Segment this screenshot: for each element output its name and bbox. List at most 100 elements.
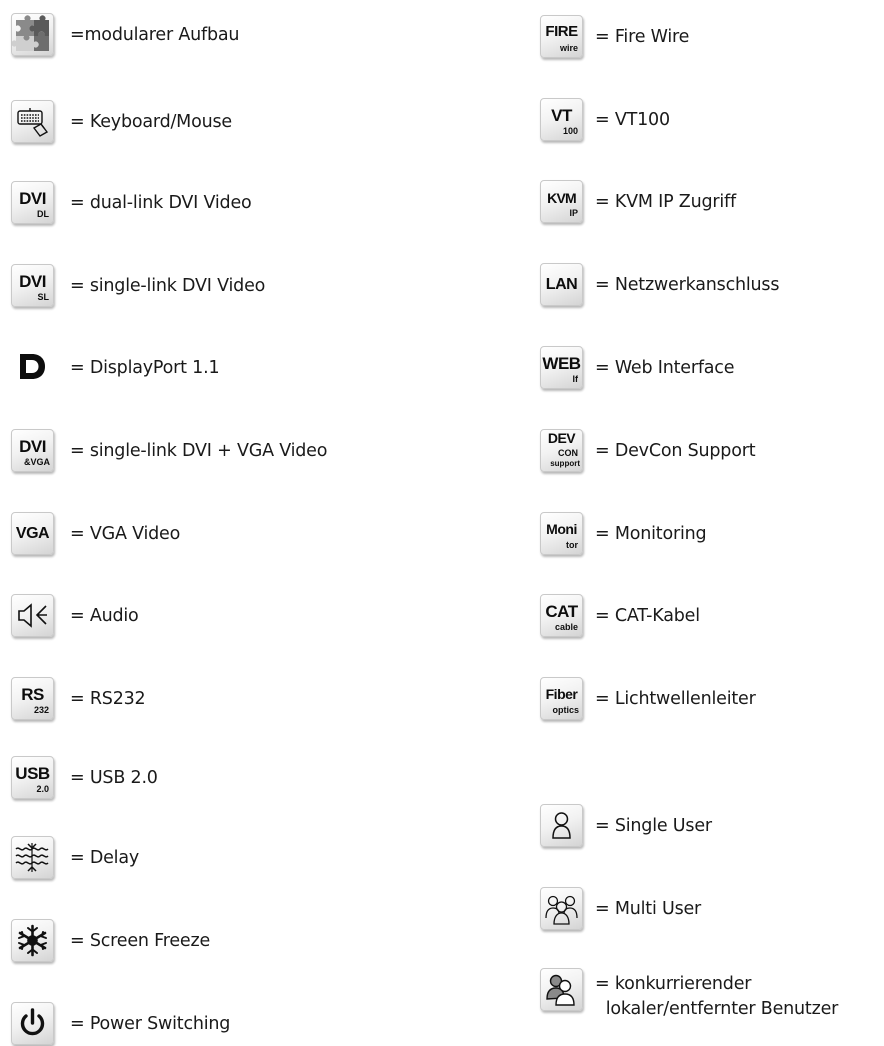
icon-sub-text: tor [566, 540, 578, 550]
legend-item-rs232: RS 232 = RS232 [11, 677, 146, 720]
puzzle-icon [11, 13, 54, 56]
legend-label: = Multi User [595, 898, 702, 919]
devcon-icon: DEV CON support [540, 429, 583, 472]
legend-item-cat-cable: CAT cable = CAT-Kabel [540, 594, 700, 637]
icon-sub-text: 100 [562, 126, 578, 136]
icon-main-text: VGA [15, 525, 50, 542]
web-if-icon: WEB If [540, 346, 583, 389]
icon-sub-text: &VGA [23, 457, 50, 467]
legend-label: = DevCon Support [595, 440, 756, 461]
legend-label: = dual-link DVI Video [70, 192, 252, 213]
legend-label: = RS232 [70, 688, 146, 709]
legend-label: = Keyboard/Mouse [70, 111, 232, 132]
icon-main-text: WEB [542, 354, 581, 373]
audio-icon [11, 594, 54, 637]
legend-item-dvi-vga: DVI &VGA = single-link DVI + VGA Video [11, 429, 327, 472]
legend-item-freeze: = Screen Freeze [11, 919, 210, 962]
legend-item-multi-user: = Multi User [540, 887, 701, 930]
cat-cable-icon: CAT cable [540, 594, 583, 637]
legend-item-devcon: DEV CON support = DevCon Support [540, 429, 756, 472]
legend-item-firewire: FIRE wire = Fire Wire [540, 15, 689, 58]
legend-item-dvi-dl: DVI DL = dual-link DVI Video [11, 181, 252, 224]
fiber-optics-icon: Fiber optics [540, 677, 583, 720]
legend-item-lan: LAN = Netzwerkanschluss [540, 263, 779, 306]
icon-sub-text: CON [558, 448, 578, 458]
icon-sub-text: SL [37, 292, 49, 302]
snowflake-icon [11, 919, 54, 962]
icon-sub-text: IP [569, 208, 578, 218]
legend-label: = DisplayPort 1.1 [70, 357, 220, 378]
icon-sub-text: optics [552, 705, 579, 715]
dvi-sl-icon: DVI SL [11, 264, 54, 307]
icon-sub2-text: support [550, 459, 580, 468]
legend-item-web-if: WEB If = Web Interface [540, 346, 734, 389]
icon-sub-text: wire [559, 43, 578, 53]
legend-item-kvm-ip: KVM IP = KVM IP Zugriff [540, 180, 736, 223]
legend-item-vt100: VT 100 = VT100 [540, 98, 670, 141]
rs232-icon: RS 232 [11, 677, 54, 720]
legend-label: = Monitoring [595, 523, 707, 544]
legend-item-usb: USB 2.0 = USB 2.0 [11, 756, 158, 799]
legend-item-dvi-sl: DVI SL = single-link DVI Video [11, 264, 265, 307]
icon-main-text: Moni [546, 521, 577, 537]
keyboard-mouse-icon [11, 100, 54, 143]
vt100-icon: VT 100 [540, 98, 583, 141]
icon-main-text: USB [15, 764, 50, 783]
icon-sub-text: 2.0 [36, 784, 49, 794]
legend-label: = Power Switching [70, 1013, 231, 1034]
icon-main-text: DEV [547, 430, 576, 446]
icon-main-text: DVI [19, 189, 46, 208]
legend-item-fiber: Fiber optics = Lichtwellenleiter [540, 677, 756, 720]
legend-label: = Lichtwellenleiter [595, 688, 756, 709]
usb-icon: USB 2.0 [11, 756, 54, 799]
legend-label: = Web Interface [595, 357, 735, 378]
legend-label: = single-link DVI Video [70, 275, 266, 296]
legend-label: = USB 2.0 [70, 767, 158, 788]
legend-item-vga: VGA = VGA Video [11, 512, 180, 555]
kvm-ip-icon: KVM IP [540, 180, 583, 223]
dvi-dl-icon: DVI DL [11, 181, 54, 224]
legend-item-power: = Power Switching [11, 1002, 230, 1045]
icon-main-text: DVI [19, 437, 46, 456]
dvi-vga-icon: DVI &VGA [11, 429, 54, 472]
legend-label: = VGA Video [70, 523, 181, 544]
firewire-icon: FIRE wire [540, 15, 583, 58]
lan-icon: LAN [540, 263, 583, 306]
icon-main-text: DVI [19, 272, 46, 291]
icon-sub-text: cable [554, 622, 578, 632]
legend-label: = CAT-Kabel [595, 605, 700, 626]
delay-icon [11, 836, 54, 879]
multi-user-icon [540, 887, 583, 930]
legend-label: = KVM IP Zugriff [595, 191, 736, 212]
icon-main-text: VT [551, 106, 572, 125]
icon-sub-text: If [572, 374, 579, 384]
legend-item-concurrent-user: = konkurrierender lokaler/entfernter Ben… [540, 968, 838, 1022]
monitoring-icon: Moni tor [540, 512, 583, 555]
legend-label: =modularer Aufbau [70, 24, 240, 45]
legend-item-modular: =modularer Aufbau [11, 13, 239, 56]
vga-icon: VGA [11, 512, 54, 555]
legend-label: = Audio [70, 605, 139, 626]
icon-sub-text: DL [37, 209, 49, 219]
legend-label: = Fire Wire [595, 26, 690, 47]
icon-main-text: KVM [547, 190, 577, 206]
legend-label: = Screen Freeze [70, 930, 211, 951]
single-user-icon [540, 804, 583, 847]
legend-item-monitoring: Moni tor = Monitoring [540, 512, 707, 555]
legend-item-keyboard: = Keyboard/Mouse [11, 100, 232, 143]
icon-sub-text: 232 [33, 705, 49, 715]
legend-label: = konkurrierender lokaler/entfernter Ben… [595, 974, 839, 1019]
icon-main-text: FIRE [545, 23, 578, 40]
displayport-icon [11, 346, 54, 389]
legend-label: = Single User [595, 815, 712, 836]
legend-item-displayport: = DisplayPort 1.1 [11, 346, 220, 389]
legend-label: = Netzwerkanschluss [595, 274, 780, 295]
icon-main-text: CAT [545, 602, 578, 621]
legend-item-delay: = Delay [11, 836, 139, 879]
icon-main-text: LAN [545, 276, 578, 293]
legend-label: = single-link DVI + VGA Video [70, 440, 328, 461]
legend-label: = Delay [70, 847, 140, 868]
legend-item-audio: = Audio [11, 594, 139, 637]
icon-main-text: Fiber [545, 686, 578, 702]
legend-label: = VT100 [595, 109, 670, 130]
